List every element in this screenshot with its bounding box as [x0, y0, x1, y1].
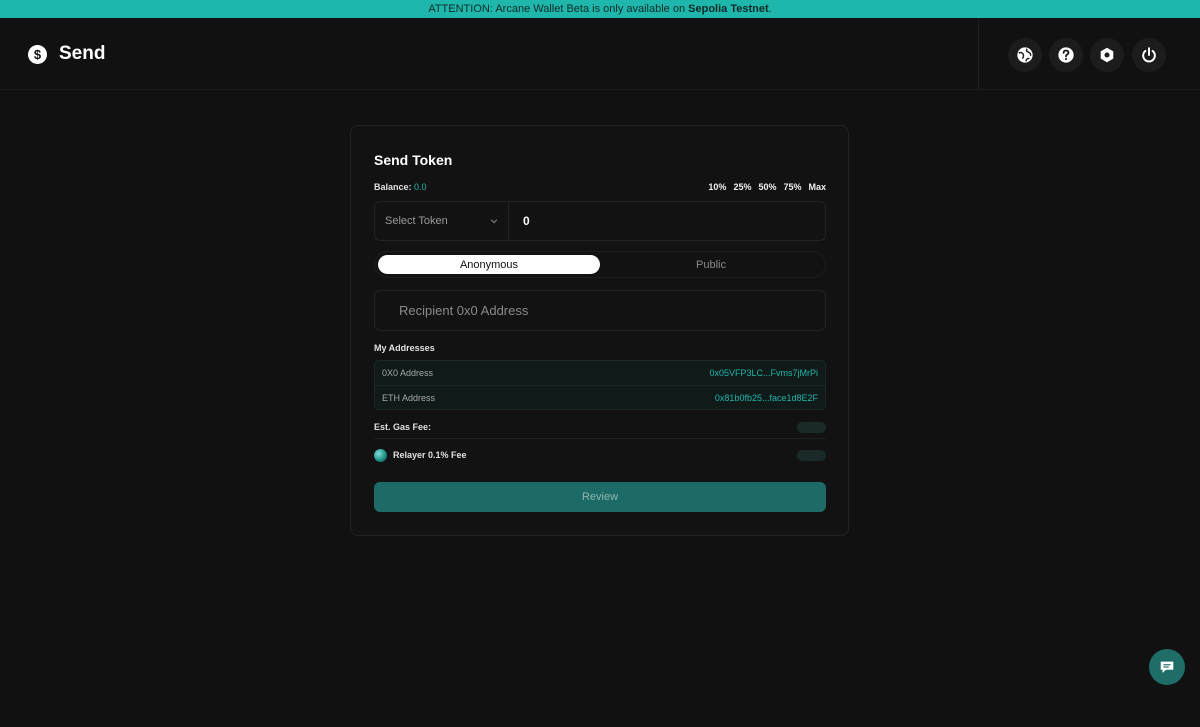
header: $ Send: [0, 18, 1200, 90]
chat-icon: [1160, 661, 1174, 673]
my-addresses-label: My Addresses: [374, 343, 435, 353]
balance-label: Balance:: [374, 182, 412, 192]
banner-suffix: .: [768, 3, 772, 15]
address-value: 0x05VFP3LC...Fvms7jMrPi: [709, 368, 818, 378]
address-row-eth[interactable]: ETH Address 0x81b0fb25...face1d8E2F: [375, 385, 825, 409]
token-select[interactable]: Select Token: [375, 202, 509, 240]
privacy-mode-toggle: Anonymous Public: [374, 251, 826, 278]
my-addresses-list: 0X0 Address 0x05VFP3LC...Fvms7jMrPi ETH …: [374, 360, 826, 410]
review-button[interactable]: Review: [374, 482, 826, 512]
network-button[interactable]: [1008, 38, 1042, 72]
settings-button[interactable]: [1090, 38, 1124, 72]
power-icon: [1142, 47, 1156, 63]
dollar-circle-icon: $: [28, 44, 47, 64]
attention-banner: ATTENTION: Arcane Wallet Beta is only av…: [0, 0, 1200, 18]
gas-fee-loading: [797, 421, 826, 433]
percent-75-button[interactable]: 75%: [783, 182, 801, 192]
balance-value: 0.0: [414, 182, 427, 192]
address-label: 0X0 Address: [382, 368, 434, 378]
address-row-0x0[interactable]: 0X0 Address 0x05VFP3LC...Fvms7jMrPi: [375, 361, 825, 385]
percent-50-button[interactable]: 50%: [758, 182, 776, 192]
banner-text: ATTENTION: Arcane Wallet Beta is only av…: [428, 3, 689, 15]
percentage-buttons: 10% 25% 50% 75% Max: [708, 182, 826, 192]
help-icon: [1058, 47, 1074, 63]
relayer-fee-label: Relayer 0.1% Fee: [393, 450, 467, 460]
header-divider: [978, 18, 979, 90]
balance-row: Balance: 0.0 10% 25% 50% 75% Max: [374, 182, 826, 194]
relayer-logo-icon: [374, 448, 387, 462]
page-title: Send: [59, 43, 106, 64]
settings-icon: [1100, 47, 1114, 63]
relayer-fee-loading: [797, 449, 826, 461]
globe-icon: [1017, 47, 1033, 63]
page-title-group: $ Send: [28, 43, 105, 65]
card-title: Send Token: [374, 152, 453, 168]
logout-button[interactable]: [1132, 38, 1166, 72]
help-button[interactable]: [1049, 38, 1083, 72]
gas-fee-label: Est. Gas Fee:: [374, 422, 432, 432]
recipient-input[interactable]: Recipient 0x0 Address: [374, 290, 826, 331]
relayer-fee-row: Relayer 0.1% Fee: [374, 448, 826, 462]
chat-button[interactable]: [1149, 649, 1185, 685]
percent-25-button[interactable]: 25%: [733, 182, 751, 192]
tab-public[interactable]: Public: [600, 255, 822, 274]
token-amount-row: Select Token 0: [374, 201, 826, 241]
max-button[interactable]: Max: [808, 182, 826, 192]
address-value: 0x81b0fb25...face1d8E2F: [714, 392, 818, 403]
gas-fee-row: Est. Gas Fee:: [374, 420, 826, 434]
fee-divider: [374, 438, 826, 439]
address-label: ETH Address: [382, 392, 436, 403]
amount-input[interactable]: 0: [509, 202, 825, 240]
send-token-card: Send Token Balance: 0.0 10% 25% 50% 75% …: [350, 125, 849, 536]
percent-10-button[interactable]: 10%: [708, 182, 726, 192]
token-select-label: Select Token: [385, 215, 448, 227]
chevron-down-icon: [490, 219, 498, 224]
tab-anonymous[interactable]: Anonymous: [378, 255, 600, 274]
banner-network: Sepolia Testnet: [688, 3, 769, 15]
